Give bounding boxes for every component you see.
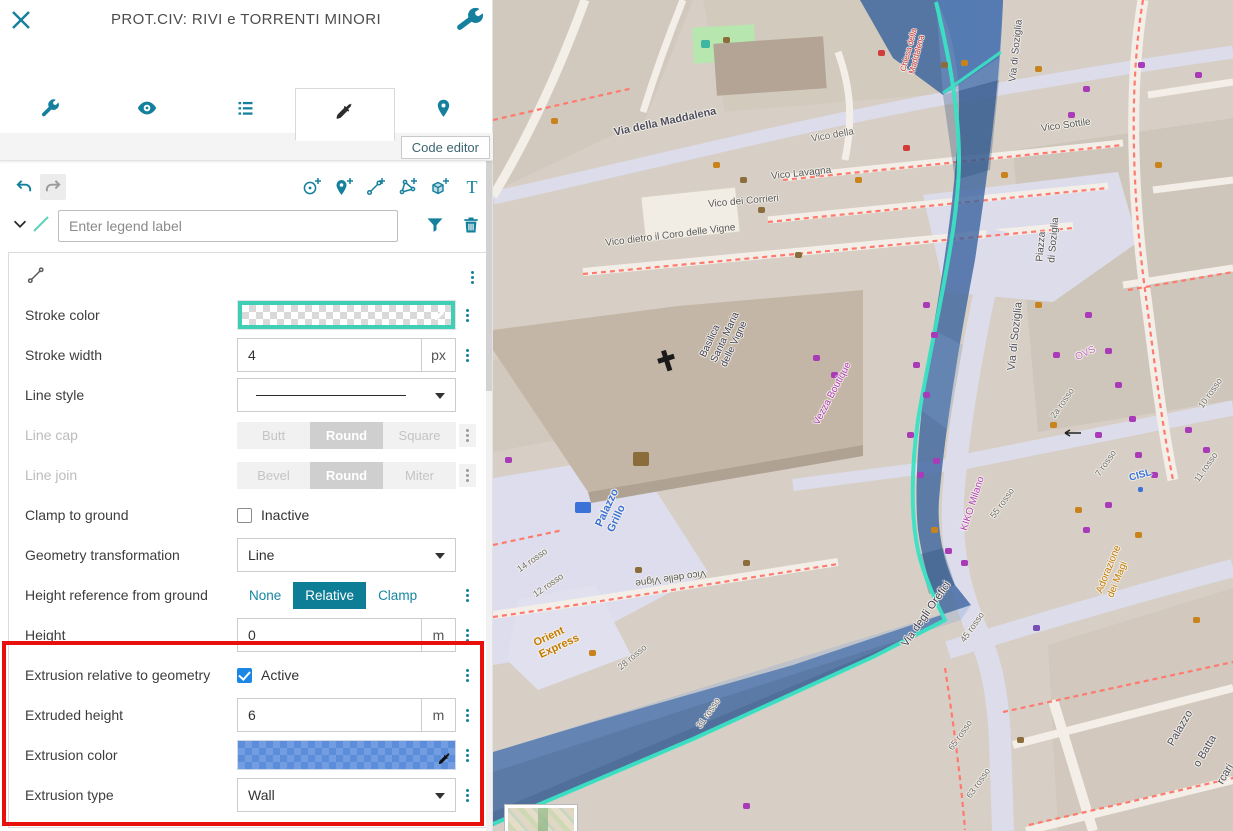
- extruded-height-unit: m: [422, 698, 456, 732]
- extrusion-relative-checkbox[interactable]: [237, 668, 252, 683]
- line-join-bevel[interactable]: Bevel: [237, 462, 310, 489]
- wrench-icon[interactable]: [454, 5, 484, 35]
- kebab-menu-icon[interactable]: [462, 345, 473, 366]
- eyedropper-icon: [334, 102, 355, 128]
- extruded-height-input[interactable]: [237, 698, 422, 732]
- kebab-menu-icon[interactable]: [462, 305, 473, 326]
- row-extrusion-color: Extrusion color: [9, 735, 486, 775]
- eyedropper-icon: [437, 752, 453, 768]
- page-title: PROT.CIV: RIVI e TORRENTI MINORI: [50, 11, 442, 28]
- tab-rules-list[interactable]: [196, 88, 294, 133]
- row-line-join: Line join Bevel Round Miter: [9, 455, 486, 495]
- chevron-down-icon[interactable]: [10, 214, 30, 239]
- rule-legend-row: [0, 207, 493, 245]
- wrench-icon: [39, 98, 60, 124]
- stroke-color-swatch[interactable]: [237, 300, 456, 330]
- line-symbolizer-card: Stroke color Stroke width px: [8, 252, 487, 828]
- kebab-menu-icon[interactable]: [467, 267, 478, 288]
- row-geometry-transformation: Geometry transformation Line: [9, 535, 486, 575]
- line-join-miter[interactable]: Miter: [383, 462, 456, 489]
- row-height-reference: Height reference from ground None Relati…: [9, 575, 486, 615]
- undo-button[interactable]: [10, 174, 36, 200]
- row-extrusion-relative: Extrusion relative to geometry Active: [9, 655, 486, 695]
- row-stroke-width: Stroke width px: [9, 335, 486, 375]
- row-line-style: Line style: [9, 375, 486, 415]
- extrusion-color-swatch[interactable]: [237, 740, 456, 770]
- height-ref-clamp[interactable]: Clamp: [366, 582, 429, 609]
- kebab-menu-icon[interactable]: [462, 745, 473, 766]
- add-marker-symbolizer-icon[interactable]: [333, 176, 355, 198]
- map-canvas[interactable]: [493, 0, 1233, 831]
- kebab-menu-icon[interactable]: [462, 785, 473, 806]
- height-reference-segmented: None Relative Clamp: [237, 582, 456, 609]
- secondary-toolbar-strip: Code editor: [0, 133, 493, 161]
- line-symbolizer-icon: [25, 264, 47, 291]
- kebab-menu-icon[interactable]: [459, 464, 476, 487]
- editor-tabbar: [0, 88, 493, 133]
- redo-button[interactable]: [40, 174, 66, 200]
- symbolizer-header-row: [9, 259, 486, 295]
- panel-header: PROT.CIV: RIVI e TORRENTI MINORI: [0, 0, 492, 88]
- add-model-symbolizer-icon[interactable]: [429, 176, 451, 198]
- stroke-width-unit: px: [422, 338, 456, 372]
- panel-scrollbar[interactable]: [486, 161, 492, 831]
- add-polygon-symbolizer-icon[interactable]: [397, 176, 419, 198]
- height-ref-relative[interactable]: Relative: [293, 582, 366, 609]
- row-line-cap: Line cap Butt Round Square: [9, 415, 486, 455]
- line-cap-segmented: Butt Round Square: [237, 422, 456, 449]
- overview-minimap[interactable]: [505, 805, 577, 831]
- kebab-menu-icon[interactable]: [462, 625, 473, 646]
- code-editor-button[interactable]: Code editor: [401, 136, 490, 159]
- add-line-symbolizer-icon[interactable]: [365, 176, 387, 198]
- tab-display[interactable]: [98, 88, 196, 133]
- map-view[interactable]: Via della MaddalenaVico dellaVico Lavagn…: [493, 0, 1233, 831]
- add-point-symbolizer-icon[interactable]: [301, 176, 323, 198]
- kebab-menu-icon[interactable]: [462, 665, 473, 686]
- style-editor-panel: PROT.CIV: RIVI e TORRENTI MINORI C: [0, 0, 493, 831]
- caret-down-icon: [435, 793, 445, 799]
- close-icon[interactable]: [6, 5, 36, 35]
- caret-down-icon: [435, 553, 445, 559]
- kebab-menu-icon[interactable]: [462, 705, 473, 726]
- line-join-round[interactable]: Round: [310, 462, 383, 489]
- row-extrusion-type: Extrusion type Wall: [9, 775, 486, 815]
- stroke-width-input[interactable]: [237, 338, 422, 372]
- line-cap-round[interactable]: Round: [310, 422, 383, 449]
- height-ref-none[interactable]: None: [237, 582, 293, 609]
- eyedropper-icon: [433, 308, 449, 324]
- filter-icon[interactable]: [425, 215, 447, 237]
- row-extruded-height: Extruded height m: [9, 695, 486, 735]
- tab-general[interactable]: [0, 88, 98, 133]
- solid-line-sample: [256, 395, 406, 396]
- kebab-menu-icon[interactable]: [459, 424, 476, 447]
- map-pin-icon: [433, 98, 454, 124]
- add-text-symbolizer-icon[interactable]: T: [461, 176, 483, 198]
- legend-label-input[interactable]: [58, 210, 398, 242]
- caret-down-icon: [435, 393, 445, 399]
- tab-style-editor[interactable]: [295, 88, 395, 141]
- trash-icon[interactable]: [461, 215, 483, 237]
- line-join-segmented: Bevel Round Miter: [237, 462, 456, 489]
- extrusion-type-select[interactable]: Wall: [237, 778, 456, 812]
- line-cap-square[interactable]: Square: [383, 422, 456, 449]
- svg-text:T: T: [467, 177, 478, 197]
- row-clamp-to-ground: Clamp to ground Inactive: [9, 495, 486, 535]
- line-style-preview-icon: [30, 213, 52, 240]
- tab-location[interactable]: [395, 88, 493, 133]
- style-toolbar: T: [0, 168, 493, 206]
- line-style-select[interactable]: [237, 378, 456, 412]
- geometry-transformation-select[interactable]: Line: [237, 538, 456, 572]
- kebab-menu-icon[interactable]: [462, 585, 473, 606]
- list-icon: [235, 98, 256, 124]
- line-cap-butt[interactable]: Butt: [237, 422, 310, 449]
- eye-icon: [136, 97, 158, 124]
- row-height: Height m: [9, 615, 486, 655]
- clamp-to-ground-checkbox[interactable]: [237, 508, 252, 523]
- height-input[interactable]: [237, 618, 422, 652]
- height-unit: m: [422, 618, 456, 652]
- row-stroke-color: Stroke color: [9, 295, 486, 335]
- app-window: PROT.CIV: RIVI e TORRENTI MINORI C: [0, 0, 1233, 831]
